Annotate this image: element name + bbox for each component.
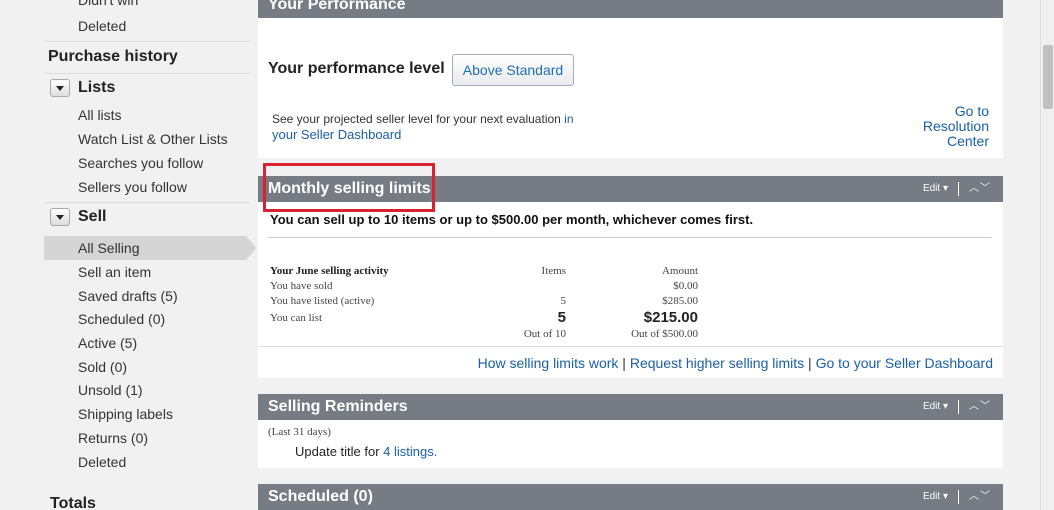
reminders-title: Selling Reminders: [268, 398, 408, 415]
out-of-amount: Out of $500.00: [631, 328, 698, 340]
reminders-panel: Selling Reminders Edit ▾ ︿﹀ (Last 31 day…: [258, 394, 1003, 468]
limits-links: How selling limits work | Request higher…: [477, 355, 993, 371]
row-sold-label: You have sold: [270, 280, 333, 292]
sidebar: Didn't win Deleted Purchase history List…: [0, 0, 258, 510]
resolution-link-line-2[interactable]: Resolution: [923, 118, 989, 134]
row-listed-amount: $285.00: [662, 295, 698, 307]
sidebar-item-searches[interactable]: Searches you follow: [78, 155, 203, 171]
sidebar-item-all-lists[interactable]: All lists: [78, 107, 122, 123]
row-can-list-items: 5: [557, 309, 566, 326]
activity-title: Your June selling activity: [270, 265, 389, 277]
resolution-center-link[interactable]: Go to Resolution Center: [923, 104, 989, 149]
edit-label: Edit: [922, 183, 941, 194]
projected-level-link-in[interactable]: in: [564, 112, 573, 126]
sidebar-item-sold[interactable]: Sold (0): [78, 359, 127, 375]
row-can-list-amount: $215.00: [643, 309, 698, 326]
collapse-chevrons-icon[interactable]: ︿﹀: [969, 176, 991, 202]
sidebar-item-active[interactable]: Active (5): [78, 335, 137, 351]
sidebar-item-watch-list[interactable]: Watch List & Other Lists: [78, 131, 228, 147]
row-sold-amount: $0.00: [673, 280, 698, 292]
sidebar-item-shipping-labels[interactable]: Shipping labels: [78, 406, 173, 422]
sidebar-item-returns[interactable]: Returns (0): [78, 430, 148, 446]
reminders-period: (Last 31 days): [268, 426, 331, 438]
sidebar-item-scheduled[interactable]: Scheduled (0): [78, 311, 165, 327]
divider: [258, 346, 1003, 347]
reminders-edit-menu[interactable]: Edit ▾: [923, 394, 948, 420]
performance-panel: Your Performance Your performance level …: [258, 0, 1003, 158]
monthly-header-controls: Edit ▾ ︿﹀: [923, 176, 991, 202]
sidebar-item-sellers[interactable]: Sellers you follow: [78, 179, 187, 195]
sidebar-divider: [44, 41, 250, 42]
reminder-listings-link[interactable]: 4 listings.: [383, 444, 437, 459]
resolution-link-line-3[interactable]: Center: [947, 133, 989, 149]
scheduled-title: Scheduled (0): [268, 488, 373, 505]
reminders-header: Selling Reminders Edit ▾ ︿﹀: [258, 394, 1003, 420]
scheduled-edit-menu[interactable]: Edit ▾: [923, 484, 948, 510]
lists-collapse-toggle-icon[interactable]: [50, 79, 70, 97]
sidebar-item-deleted[interactable]: Deleted: [78, 454, 126, 470]
sell-collapse-toggle-icon[interactable]: [50, 208, 70, 226]
row-listed-items: 5: [560, 295, 567, 307]
row-can-list-label: You can list: [270, 312, 323, 324]
reminder-text: Update title for: [295, 444, 384, 459]
sidebar-item-didnt-win[interactable]: Didn't win: [78, 0, 138, 8]
header-divider: [958, 400, 959, 414]
performance-level-label: Your performance level: [268, 60, 445, 77]
scrollbar-thumb[interactable]: [1043, 45, 1053, 109]
sidebar-item-deleted-top[interactable]: Deleted: [78, 18, 126, 34]
how-limits-work-link[interactable]: How selling limits work: [478, 355, 619, 371]
vertical-scrollbar[interactable]: [1040, 0, 1054, 510]
projected-level-copy: See your projected seller level for your…: [272, 112, 565, 126]
sidebar-item-saved-drafts[interactable]: Saved drafts (5): [78, 288, 178, 304]
header-divider: [958, 182, 959, 196]
collapse-chevrons-icon[interactable]: ︿﹀: [969, 484, 991, 510]
reminders-header-controls: Edit ▾ ︿﹀: [923, 394, 991, 420]
column-items: Items: [541, 265, 566, 277]
sidebar-sell-heading[interactable]: Sell: [78, 208, 106, 226]
sidebar-totals-heading[interactable]: Totals: [50, 495, 96, 510]
divider: [268, 237, 991, 238]
request-higher-limits-link[interactable]: Request higher selling limits: [630, 355, 804, 371]
row-listed-label: You have listed (active): [270, 295, 375, 307]
reminder-update-title: Update title for 4 listings.: [295, 444, 437, 459]
sidebar-divider: [44, 73, 250, 74]
sidebar-item-unsold[interactable]: Unsold (1): [78, 382, 143, 398]
header-divider: [958, 490, 959, 504]
performance-title: Your Performance: [268, 0, 406, 13]
collapse-chevrons-icon[interactable]: ︿﹀: [969, 394, 991, 420]
selling-limit-summary: You can sell up to 10 items or up to $50…: [270, 212, 754, 227]
sidebar-divider: [44, 202, 250, 203]
seller-dashboard-link[interactable]: your Seller Dashboard: [272, 127, 401, 142]
scheduled-header-controls: Edit ▾ ︿﹀: [923, 484, 991, 510]
sidebar-lists-heading[interactable]: Lists: [78, 79, 115, 97]
edit-label: Edit: [922, 491, 941, 502]
sidebar-item-sell-an-item[interactable]: Sell an item: [78, 264, 151, 280]
sidebar-item-all-selling[interactable]: All Selling: [78, 240, 139, 256]
column-amount: Amount: [661, 265, 698, 277]
out-of-items: Out of 10: [523, 328, 566, 340]
scheduled-header: Scheduled (0) Edit ▾ ︿﹀: [258, 484, 1003, 510]
edit-label: Edit: [922, 401, 941, 412]
monthly-edit-menu[interactable]: Edit ▾: [923, 176, 948, 202]
performance-header: Your Performance: [258, 0, 1003, 18]
sidebar-purchase-history[interactable]: Purchase history: [48, 48, 178, 66]
highlight-box: [263, 163, 435, 212]
projected-level-text: See your projected seller level for your…: [272, 112, 592, 143]
performance-level-badge[interactable]: Above Standard: [452, 54, 574, 86]
resolution-link-line-1[interactable]: Go to: [955, 103, 989, 119]
scheduled-panel: Scheduled (0) Edit ▾ ︿﹀: [258, 484, 1003, 510]
sidebar-selected-highlight: [44, 236, 256, 260]
seller-dashboard-bottom-link[interactable]: Go to your Seller Dashboard: [816, 355, 993, 371]
